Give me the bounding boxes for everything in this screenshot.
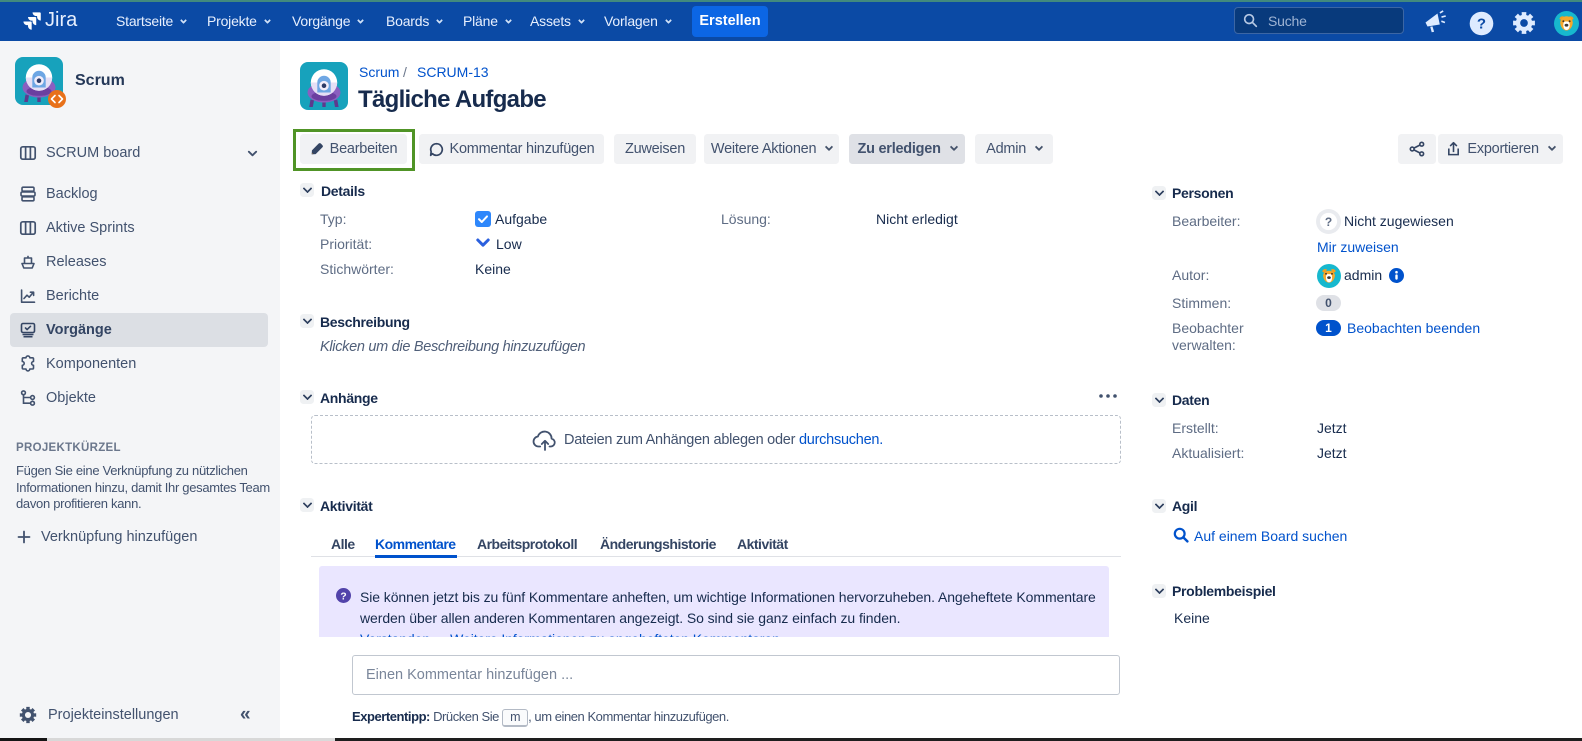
svg-text:?: ? bbox=[1325, 215, 1332, 229]
